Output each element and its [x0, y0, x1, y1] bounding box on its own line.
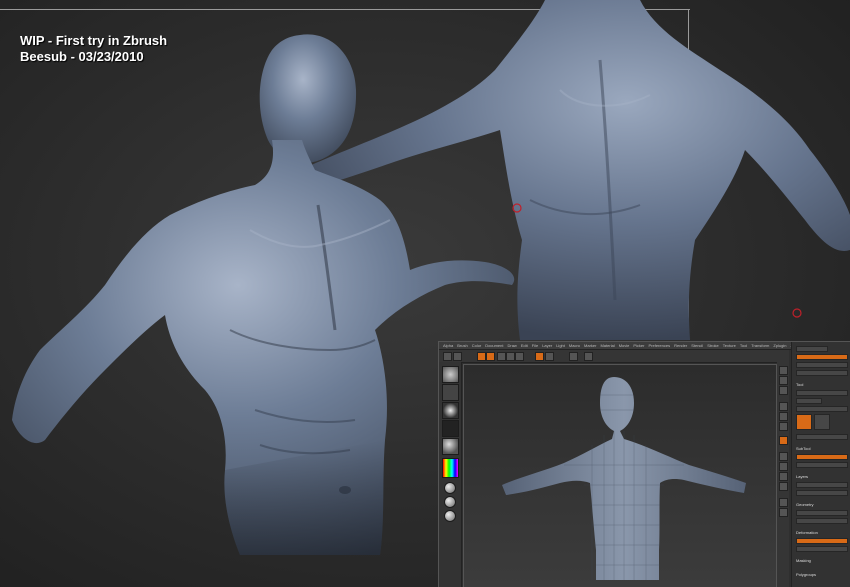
menu-item-marker[interactable]: Marker [584, 343, 596, 348]
menu-item-preferences[interactable]: Preferences [649, 343, 671, 348]
transp-button[interactable] [779, 508, 788, 517]
menu-item-stencil[interactable]: Stencil [691, 343, 703, 348]
tray-row[interactable] [796, 354, 848, 360]
tray-panel-header[interactable]: Deformation [796, 530, 818, 535]
material-sphere[interactable] [444, 482, 456, 494]
rotate-button[interactable] [779, 482, 788, 491]
color-picker[interactable] [442, 458, 459, 478]
zbrush-right-shelf [777, 362, 789, 587]
texture-thumbnail[interactable] [442, 420, 459, 437]
menu-item-transform[interactable]: Transform [751, 343, 769, 348]
caption: WIP - First try in Zbrush Beesub - 03/23… [20, 33, 167, 65]
tray-row[interactable] [796, 362, 848, 368]
tray-row[interactable] [796, 482, 848, 488]
tray-row[interactable] [796, 518, 848, 524]
persp-button[interactable] [779, 402, 788, 411]
menu-item-draw[interactable]: Draw [507, 343, 516, 348]
caption-author-date: Beesub - 03/23/2010 [20, 49, 144, 64]
tray-row[interactable] [796, 370, 848, 376]
render-canvas: WIP - First try in Zbrush Beesub - 03/23… [0, 0, 850, 587]
zbrush-top-toolbar [439, 350, 789, 363]
toolbar-button[interactable] [443, 352, 452, 361]
material-thumbnail[interactable] [442, 438, 459, 455]
marker-2 [792, 308, 802, 318]
menu-item-edit[interactable]: Edit [521, 343, 528, 348]
scale-mode-button[interactable] [506, 352, 515, 361]
local-button[interactable] [779, 422, 788, 431]
tray-row[interactable] [796, 398, 822, 404]
menu-item-brush[interactable]: Brush [457, 343, 467, 348]
viewport-mesh [502, 377, 746, 580]
menu-item-document[interactable]: Document [485, 343, 503, 348]
actual-button[interactable] [779, 386, 788, 395]
menu-item-macro[interactable]: Macro [569, 343, 580, 348]
tray-row[interactable] [796, 390, 848, 396]
xyz-button[interactable] [779, 436, 788, 445]
zbrush-menu-bar: Alpha Brush Color Document Draw Edit File Layer… [439, 342, 850, 350]
scale-button[interactable] [779, 472, 788, 481]
menu-item-picker[interactable]: Picker [633, 343, 644, 348]
menu-item-file[interactable]: File [532, 343, 538, 348]
tray-panel-header[interactable]: Tool [796, 382, 803, 387]
floor-button[interactable] [779, 412, 788, 421]
menu-item-zplugin[interactable]: Zplugin [773, 343, 786, 348]
tray-panel-header[interactable]: SubTool [796, 446, 810, 451]
menu-item-tool[interactable]: Tool [740, 343, 747, 348]
draw-mode-button[interactable] [486, 352, 495, 361]
stroke-thumbnail[interactable] [442, 384, 459, 401]
toolbar-button[interactable] [453, 352, 462, 361]
zbrush-inset-window: Alpha Brush Color Document Draw Edit File Layer… [438, 341, 850, 587]
menu-item-color[interactable]: Color [472, 343, 482, 348]
zbrush-right-tray: Tool SubTool Layers Geometry Deformation… [791, 342, 850, 587]
caption-title: WIP - First try in Zbrush [20, 33, 168, 48]
tray-row[interactable] [796, 546, 848, 552]
material-sphere[interactable] [444, 496, 456, 508]
brush-thumbnail[interactable] [442, 366, 459, 383]
toolbar-button[interactable] [584, 352, 593, 361]
move-mode-button[interactable] [497, 352, 506, 361]
zsub-button[interactable] [545, 352, 554, 361]
material-sphere[interactable] [444, 510, 456, 522]
zbrush-left-shelf [439, 362, 462, 587]
menu-item-material[interactable]: Material [600, 343, 614, 348]
zadd-button[interactable] [535, 352, 544, 361]
scroll-button[interactable] [779, 366, 788, 375]
menu-item-movie[interactable]: Movie [619, 343, 630, 348]
menu-item-render[interactable]: Render [674, 343, 687, 348]
tray-row[interactable] [796, 346, 828, 352]
alpha-thumbnail[interactable] [442, 402, 459, 419]
tray-row[interactable] [796, 454, 848, 460]
zoom-button[interactable] [779, 376, 788, 385]
menu-item-light[interactable]: Light [556, 343, 565, 348]
tool-thumbnail[interactable] [796, 414, 812, 430]
tray-row[interactable] [796, 462, 848, 468]
tool-thumbnail[interactable] [814, 414, 830, 430]
tray-panel-header[interactable]: Masking [796, 558, 811, 563]
tray-panel-header[interactable]: Layers [796, 474, 808, 479]
tray-row[interactable] [796, 538, 848, 544]
toolbar-button[interactable] [569, 352, 578, 361]
zbrush-viewport[interactable] [463, 364, 777, 587]
tray-row[interactable] [796, 434, 848, 440]
tray-row[interactable] [796, 406, 848, 412]
frame-button[interactable] [779, 452, 788, 461]
polyf-button[interactable] [779, 498, 788, 507]
menu-item-stroke[interactable]: Stroke [707, 343, 719, 348]
rotate-mode-button[interactable] [515, 352, 524, 361]
menu-item-layer[interactable]: Layer [542, 343, 552, 348]
tray-row[interactable] [796, 510, 848, 516]
menu-item-alpha[interactable]: Alpha [443, 343, 453, 348]
move-button[interactable] [779, 462, 788, 471]
tray-row[interactable] [796, 490, 848, 496]
tray-panel-header[interactable]: Geometry [796, 502, 814, 507]
menu-item-texture[interactable]: Texture [723, 343, 736, 348]
tray-panel-header[interactable]: Polygroups [796, 572, 816, 577]
edit-mode-button[interactable] [477, 352, 486, 361]
